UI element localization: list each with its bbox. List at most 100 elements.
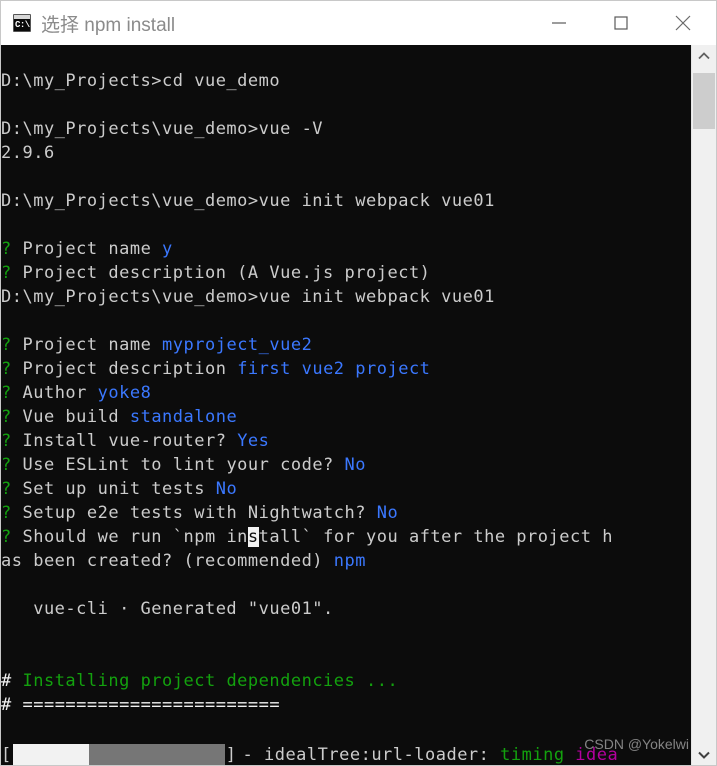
console-window: C:\. 选择 npm install D:\my_Projects>cd vu… [0,0,717,766]
line-rule: # ======================== [1,693,691,717]
scroll-thumb[interactable] [693,73,715,129]
line-q-name-2-seg-2: myproject_vue2 [162,335,313,355]
line-version-seg-0: 2.9.6 [1,143,55,163]
line-blank-7 [1,621,691,645]
progress-status-seg-2: idea [564,745,619,765]
line-blank-3 [1,165,691,189]
line-q-npm-1-seg-1: Should we run `npm in [22,527,248,547]
chevron-down-icon [698,751,710,759]
progress-bar-fill [12,744,90,765]
console-icon-prompt-glyph: C:\. [15,20,30,30]
line-q-npm-2-seg-0: as been created? (recommended) [1,551,334,571]
line-q-eslint-seg-1: Use ESLint to lint your code? [22,455,345,475]
line-q-desc-1: ? Project description (A Vue.js project) [1,261,691,285]
line-version: 2.9.6 [1,141,691,165]
progress-status-seg-1: timing [500,745,565,765]
line-rule-seg-0: # [1,695,23,715]
progress-status-text: - idealTree:url-loader: timing idea [243,743,619,765]
close-icon [675,15,691,31]
scroll-up-arrow[interactable] [692,45,716,67]
line-installing: # Installing project dependencies ... [1,669,691,693]
line-q-desc-2-seg-2: first vue2 project [237,359,431,379]
line-cd: D:\my_Projects>cd vue_demo [1,69,691,93]
line-blank-9 [1,717,691,741]
terminal-output-area[interactable]: D:\my_Projects>cd vue_demo D:\my_Project… [1,45,691,765]
line-q-router: ? Install vue-router? Yes [1,429,691,453]
progress-open-bracket: [ [1,745,12,765]
line-init-1-seg-0: D:\my_Projects\vue_demo>vue init webpack… [1,191,495,211]
line-q-build: ? Vue build standalone [1,405,691,429]
line-q-build-seg-2: standalone [129,407,238,427]
title-bar[interactable]: C:\. 选择 npm install [1,1,716,45]
line-q-name-2-seg-1: Project name [22,335,163,355]
vertical-scrollbar[interactable] [691,45,716,765]
minimize-icon [552,22,566,24]
line-rule-seg-1: ======================== [22,695,281,715]
minimize-button[interactable] [536,1,582,45]
line-q-e2e-seg-1: Setup e2e tests with Nightwatch? [22,503,377,523]
line-q-npm-2: as been created? (recommended) npm [1,549,691,573]
line-q-build-seg-1: Vue build [22,407,130,427]
progress-close-bracket: ] [225,745,237,765]
line-q-desc-2-seg-1: Project description [22,359,238,379]
line-generated: vue-cli · Generated "vue01". [1,597,691,621]
line-q-e2e-seg-2: No [376,503,399,523]
line-installing-seg-1: Installing project dependencies ... [22,671,399,691]
npm-progress-line: [] - idealTree:url-loader: timing idea [1,741,691,765]
line-q-eslint-seg-0: ? [1,455,23,475]
line-q-npm-1-seg-0: ? [1,527,23,547]
line-q-desc-1-seg-0: ? [1,263,23,283]
line-q-desc-2: ? Project description first vue2 project [1,357,691,381]
line-q-author-seg-2: yoke8 [97,383,152,403]
line-q-name-1-seg-2: y [162,239,173,259]
scroll-down-arrow[interactable] [692,744,716,765]
line-q-desc-1-seg-1: Project description (A Vue.js project) [22,263,431,283]
line-q-npm-1-seg-2: s [247,527,259,547]
line-q-name-2: ? Project name myproject_vue2 [1,333,691,357]
line-installing-seg-0: # [1,671,23,691]
maximize-button[interactable] [598,1,644,45]
line-init-2-seg-0: D:\my_Projects\vue_demo>vue init webpack… [1,287,495,307]
window-title: 选择 npm install [41,14,176,36]
line-q-unit-seg-1: Set up unit tests [22,479,216,499]
line-q-unit-seg-2: No [215,479,238,499]
line-q-name-1: ? Project name y [1,237,691,261]
progress-wrapper: [] - idealTree:url-loader: timing idea [1,741,619,765]
line-q-eslint-seg-2: No [344,455,367,475]
line-q-author-seg-0: ? [1,383,23,403]
line-generated-seg-0: vue-cli · Generated "vue01". [1,599,334,619]
terminal-text: D:\my_Projects>cd vue_demo D:\my_Project… [1,45,691,765]
line-blank-4 [1,213,691,237]
line-q-author: ? Author yoke8 [1,381,691,405]
line-blank-5 [1,309,691,333]
line-q-name-2-seg-0: ? [1,335,23,355]
line-q-router-seg-2: Yes [237,431,270,451]
close-button[interactable] [660,1,706,45]
line-vue-v-seg-0: D:\my_Projects\vue_demo>vue -V [1,119,324,139]
line-q-npm-1-seg-3: tall` for you after the project h [258,527,613,547]
maximize-icon [614,16,628,30]
line-blank-6 [1,573,691,597]
line-blank-1 [1,45,691,69]
line-init-2: D:\my_Projects\vue_demo>vue init webpack… [1,285,691,309]
line-q-e2e: ? Setup e2e tests with Nightwatch? No [1,501,691,525]
line-cd-seg-0: D:\my_Projects>cd vue_demo [1,71,281,91]
line-q-npm-1: ? Should we run `npm install` for you af… [1,525,691,549]
line-q-router-seg-0: ? [1,431,23,451]
line-q-unit-seg-0: ? [1,479,23,499]
progress-bar-track [12,744,225,765]
line-blank-8 [1,645,691,669]
line-q-router-seg-1: Install vue-router? [22,431,238,451]
line-q-e2e-seg-0: ? [1,503,23,523]
line-vue-v: D:\my_Projects\vue_demo>vue -V [1,117,691,141]
line-q-name-1-seg-0: ? [1,239,23,259]
line-q-desc-2-seg-0: ? [1,359,23,379]
line-init-1: D:\my_Projects\vue_demo>vue init webpack… [1,189,691,213]
title-bar-left: C:\. 选择 npm install [1,10,536,37]
line-q-unit: ? Set up unit tests No [1,477,691,501]
line-q-npm-2-seg-1: npm [333,551,366,571]
console-icon: C:\. [13,14,31,32]
line-blank-2 [1,93,691,117]
chevron-up-icon [698,52,710,60]
line-q-build-seg-0: ? [1,407,23,427]
